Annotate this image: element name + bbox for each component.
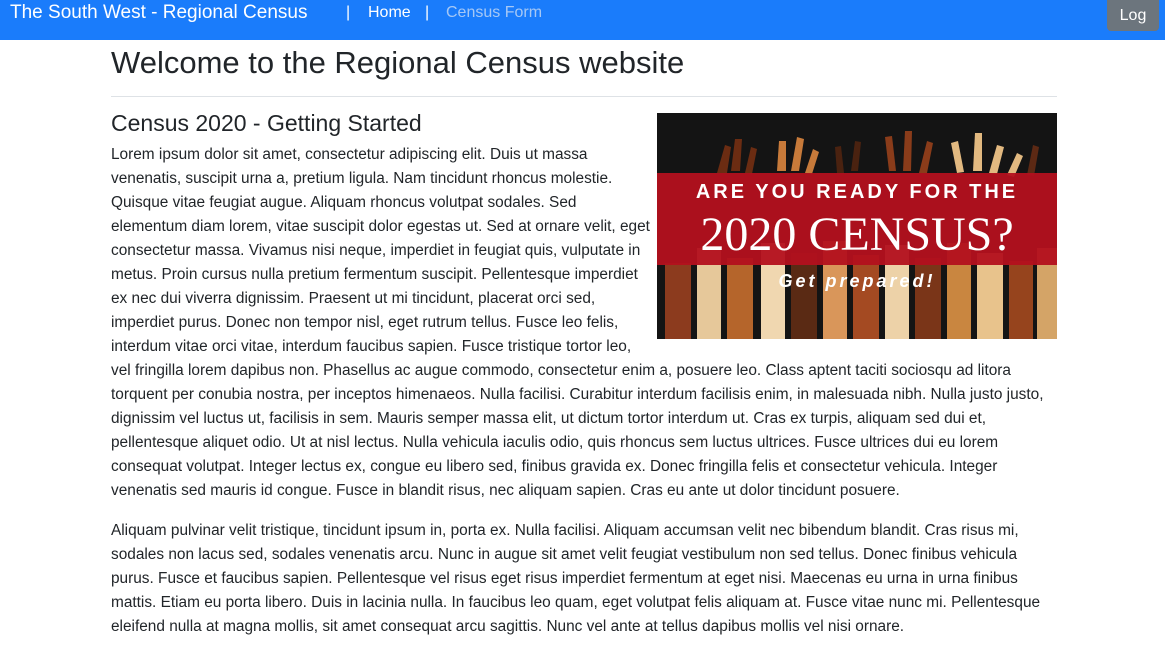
main-content: Welcome to the Regional Census website A… xyxy=(111,40,1057,655)
page-title: Welcome to the Regional Census website xyxy=(111,45,685,80)
site-brand[interactable]: The South West - Regional Census xyxy=(10,2,307,24)
banner-line1: ARE YOU READY FOR THE xyxy=(696,181,1018,203)
nav-link-home[interactable]: Home xyxy=(368,4,411,22)
paragraph: Aliquam pulvinar velit tristique, tincid… xyxy=(111,522,1041,635)
title-divider xyxy=(111,96,1057,97)
raised-hands-illustration: ARE YOU READY FOR THE 2020 CENSUS? Get p… xyxy=(657,113,1057,339)
nav-link-census-form[interactable]: Census Form xyxy=(446,4,542,22)
log-button[interactable]: Log xyxy=(1107,0,1159,31)
banner-line2: 2020 CENSUS? xyxy=(700,208,1013,261)
top-navbar: The South West - Regional Census | Home … xyxy=(0,0,1165,40)
nav-separator: | xyxy=(346,4,351,21)
nav-separator: | xyxy=(425,4,430,21)
banner-line3: Get prepared! xyxy=(778,271,935,291)
census-banner-image: ARE YOU READY FOR THE 2020 CENSUS? Get p… xyxy=(657,113,1057,339)
